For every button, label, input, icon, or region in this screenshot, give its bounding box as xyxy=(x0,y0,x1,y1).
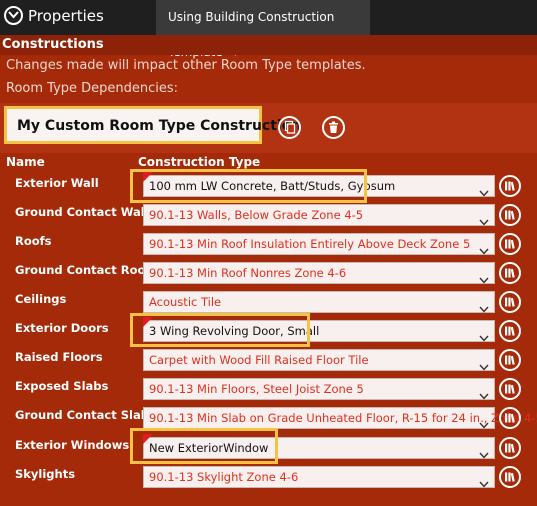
modified-flag-icon xyxy=(143,434,153,444)
construction-dropdown[interactable]: 90.1-13 Min Roof Insulation Entirely Abo… xyxy=(143,233,495,255)
construction-dropdown-value: 90.1-13 Min Roof Nonres Zone 4-6 xyxy=(149,266,347,280)
impact-notice: Changes made will impact other Room Type… xyxy=(6,58,366,73)
row-label: Exterior Wall xyxy=(15,176,99,190)
library-button[interactable] xyxy=(499,204,521,226)
row-label: Skylights xyxy=(15,467,76,481)
row-label: Ceilings xyxy=(15,292,67,306)
library-button[interactable] xyxy=(499,437,521,459)
construction-dropdown-value: 3 Wing Revolving Door, Small xyxy=(149,324,320,338)
construction-dropdown[interactable]: Acoustic Tile xyxy=(143,291,495,313)
construction-dropdown-value: 90.1-13 Min Floors, Steel Joist Zone 5 xyxy=(149,382,364,396)
construction-dropdown-value: 90.1-13 Walls, Below Grade Zone 4-5 xyxy=(149,208,364,222)
chevron-down-icon xyxy=(479,473,489,492)
library-books-icon xyxy=(505,355,515,365)
row-label: Exposed Slabs xyxy=(15,379,109,393)
modified-flag-icon xyxy=(143,172,153,182)
row-label: Roofs xyxy=(15,234,52,248)
library-button[interactable] xyxy=(499,175,521,197)
construction-name-field[interactable]: My Custom Room Type Construction xyxy=(4,106,301,144)
column-header-name: Name xyxy=(6,155,45,169)
chevron-down-icon xyxy=(479,269,489,288)
construction-dropdown[interactable]: 100 mm LW Concrete, Batt/Studs, Gypsum xyxy=(143,175,495,197)
library-button[interactable] xyxy=(499,378,521,400)
library-button[interactable] xyxy=(499,291,521,313)
library-books-icon xyxy=(505,181,515,191)
library-button[interactable] xyxy=(499,349,521,371)
chevron-down-icon xyxy=(479,356,489,375)
library-books-icon xyxy=(505,239,515,249)
row-label: Ground Contact Roofs xyxy=(15,263,158,277)
library-books-icon xyxy=(505,297,515,307)
copy-icon xyxy=(284,120,296,134)
library-books-icon xyxy=(505,443,515,453)
section-header: Constructions xyxy=(0,35,537,55)
row-label: Ground Contact Walls xyxy=(15,205,156,219)
collapse-chevron-icon[interactable] xyxy=(4,6,23,25)
chevron-down-icon xyxy=(479,327,489,346)
construction-dropdown-value: New ExteriorWindow xyxy=(149,441,269,455)
library-button[interactable] xyxy=(499,407,521,429)
chevron-down-icon xyxy=(479,385,489,404)
library-books-icon xyxy=(505,384,515,394)
library-books-icon xyxy=(505,268,515,278)
construction-dropdown[interactable]: Carpet with Wood Fill Raised Floor Tile xyxy=(143,349,495,371)
library-button[interactable] xyxy=(499,466,521,488)
chevron-down-icon xyxy=(479,211,489,230)
library-books-icon xyxy=(505,472,515,482)
construction-dropdown[interactable]: 90.1-13 Skylight Zone 4-6 xyxy=(143,466,495,488)
modified-flag-icon xyxy=(143,317,153,327)
construction-dropdown[interactable]: 90.1-13 Min Floors, Steel Joist Zone 5 xyxy=(143,378,495,400)
delete-button[interactable] xyxy=(322,116,345,139)
column-header-construction-type: Construction Type xyxy=(138,155,261,169)
dependencies-label: Room Type Dependencies: xyxy=(6,81,179,96)
chevron-down-icon xyxy=(479,240,489,259)
library-button[interactable] xyxy=(499,262,521,284)
library-button[interactable] xyxy=(499,320,521,342)
construction-dropdown-value: Acoustic Tile xyxy=(149,295,222,309)
row-label: Ground Contact Slabs xyxy=(15,408,156,422)
row-label: Exterior Doors xyxy=(15,321,109,335)
chevron-down-icon xyxy=(479,298,489,317)
construction-dropdown[interactable]: 90.1-13 Min Roof Nonres Zone 4-6 xyxy=(143,262,495,284)
row-label: Exterior Windows xyxy=(15,438,130,452)
template-dropdown[interactable]: Using Building Construction Template xyxy=(156,0,370,59)
row-label: Raised Floors xyxy=(15,350,103,364)
title-bar: Properties Using Building Construction T… xyxy=(0,0,537,59)
construction-dropdown[interactable]: 3 Wing Revolving Door, Small xyxy=(143,320,495,342)
copy-button[interactable] xyxy=(278,116,301,139)
construction-dropdown[interactable]: 90.1-13 Min Slab on Grade Unheated Floor… xyxy=(143,407,537,429)
construction-dropdown-value: 90.1-13 Min Roof Insulation Entirely Abo… xyxy=(149,237,471,251)
construction-dropdown[interactable]: New ExteriorWindow xyxy=(143,437,495,459)
trash-icon xyxy=(329,121,338,133)
library-books-icon xyxy=(505,326,515,336)
construction-dropdown[interactable]: 90.1-13 Walls, Below Grade Zone 4-5 xyxy=(143,204,495,226)
chevron-down-icon xyxy=(479,414,489,433)
construction-dropdown-value: Carpet with Wood Fill Raised Floor Tile xyxy=(149,353,369,367)
chevron-down-icon xyxy=(479,182,489,201)
library-books-icon xyxy=(505,413,515,423)
construction-dropdown-value: 90.1-13 Skylight Zone 4-6 xyxy=(149,470,299,484)
panel-title: Properties xyxy=(28,7,104,25)
construction-dropdown-value: 100 mm LW Concrete, Batt/Studs, Gypsum xyxy=(149,179,396,193)
chevron-down-icon xyxy=(479,444,489,463)
construction-name-value: My Custom Room Type Construction xyxy=(17,118,302,134)
library-button[interactable] xyxy=(499,233,521,255)
library-books-icon xyxy=(505,210,515,220)
